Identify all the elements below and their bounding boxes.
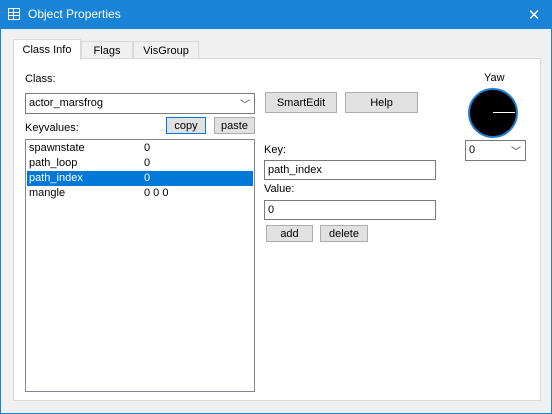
chevron-down-icon: ﹀ — [240, 100, 250, 111]
keyvalue-key: path_index — [29, 172, 83, 184]
class-dropdown[interactable]: actor_marsfrog ﹀ — [25, 93, 255, 114]
keyvalue-value: 0 — [144, 142, 151, 154]
class-value: actor_marsfrog — [29, 97, 103, 109]
class-info-panel: Class: actor_marsfrog ﹀ SmartEdit Help K… — [13, 58, 541, 401]
keyvalue-value: 0 — [144, 172, 151, 184]
list-item[interactable]: path_loop 0 — [27, 156, 253, 171]
table-icon — [8, 8, 20, 20]
list-item-selected[interactable]: path_index 0 — [27, 171, 253, 186]
object-properties-window: Object Properties ✕ Class Info Flags Vis… — [0, 0, 552, 414]
yaw-label: Yaw — [484, 72, 505, 84]
title-bar[interactable]: Object Properties ✕ — [1, 1, 551, 29]
key-input-value: path_index — [268, 164, 322, 176]
yaw-dropdown[interactable]: 0 ﹀ — [465, 140, 526, 161]
keyvalue-key: path_loop — [29, 157, 78, 169]
delete-button[interactable]: delete — [320, 225, 368, 242]
paste-button[interactable]: paste — [214, 117, 255, 134]
tab-flags[interactable]: Flags — [81, 41, 133, 59]
class-label: Class: — [25, 73, 56, 85]
value-input-value: 0 — [268, 204, 275, 216]
keyvalue-value: 0 0 0 — [144, 187, 169, 199]
keyvalue-key: spawnstate — [29, 142, 85, 154]
value-input[interactable]: 0 — [264, 200, 436, 220]
key-input[interactable]: path_index — [264, 160, 436, 180]
copy-button[interactable]: copy — [166, 117, 206, 134]
smartedit-button[interactable]: SmartEdit — [265, 92, 337, 113]
yaw-dial[interactable] — [468, 88, 518, 138]
tab-class-info[interactable]: Class Info — [13, 39, 81, 60]
list-item[interactable]: mangle 0 0 0 — [27, 186, 253, 201]
keyvalues-label: Keyvalues: — [25, 122, 79, 134]
yaw-value: 0 — [469, 144, 476, 156]
window-title: Object Properties — [28, 7, 121, 21]
keyvalue-key: mangle — [29, 187, 66, 199]
close-icon: ✕ — [527, 7, 541, 24]
yaw-needle — [493, 112, 515, 113]
list-item[interactable]: spawnstate 0 — [27, 141, 253, 156]
keyvalues-list[interactable]: spawnstate 0 path_loop 0 path_index 0 ma… — [25, 139, 255, 392]
tab-visgroup[interactable]: VisGroup — [133, 41, 199, 59]
help-button[interactable]: Help — [345, 92, 418, 113]
chevron-down-icon: ﹀ — [511, 147, 521, 158]
keyvalue-value: 0 — [144, 157, 151, 169]
key-label: Key: — [264, 144, 287, 156]
close-button[interactable]: ✕ — [517, 1, 551, 29]
add-button[interactable]: add — [266, 225, 313, 242]
value-label: Value: — [264, 183, 295, 195]
